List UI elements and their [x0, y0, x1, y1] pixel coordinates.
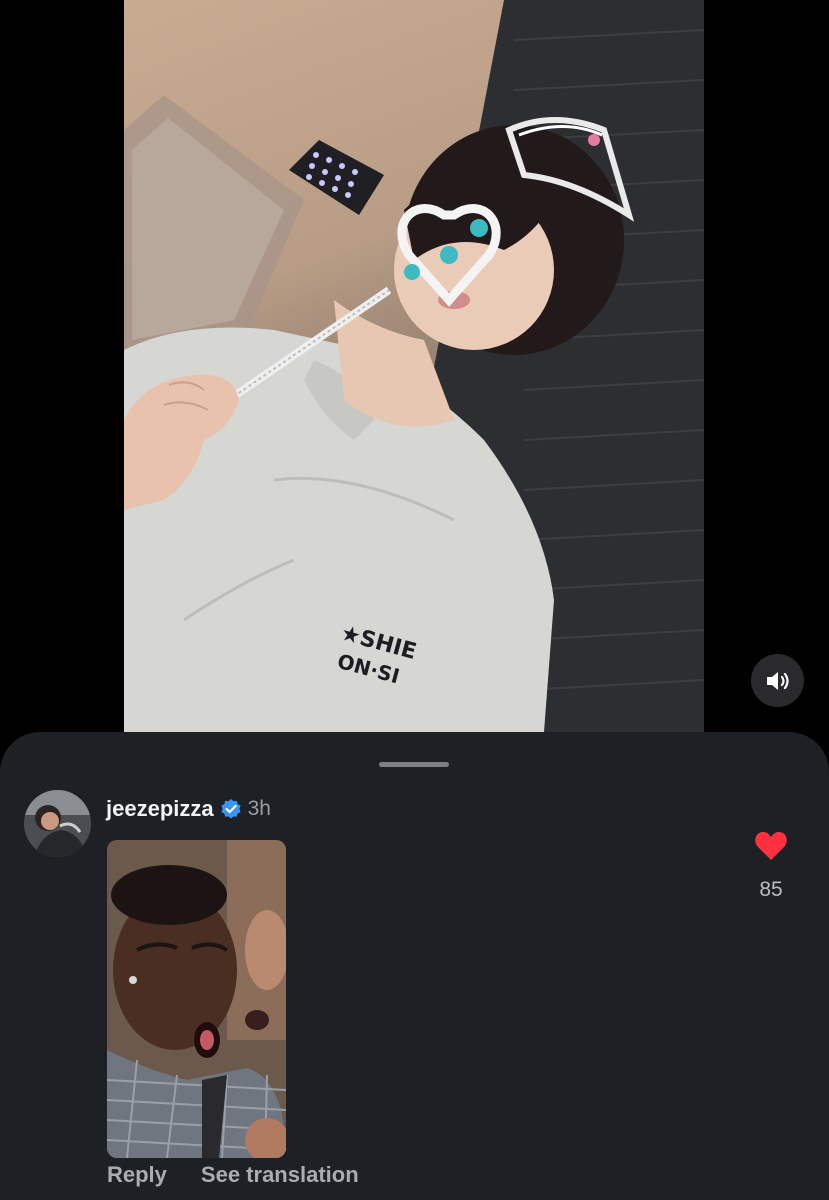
sheet-drag-handle[interactable]: [379, 762, 449, 767]
comment-gif[interactable]: [107, 840, 286, 1158]
video-player[interactable]: ★SHIE ON·SI: [124, 0, 704, 732]
comments-sheet: jeezepizza 3h 85 Reply See translation: [0, 732, 829, 1200]
avatar-image: [24, 790, 91, 857]
see-translation-link[interactable]: See translation: [201, 1162, 359, 1188]
comment-actions: Reply See translation: [107, 1162, 359, 1188]
comment-timestamp: 3h: [247, 797, 271, 820]
comment-username[interactable]: jeezepizza: [106, 796, 214, 822]
gif-image: [107, 840, 286, 1158]
like-count: 85: [759, 878, 783, 901]
reply-button[interactable]: Reply: [107, 1162, 167, 1188]
story-reply-screen: ★SHIE ON·SI jeezepizza 3h 85 Reply See t…: [0, 0, 829, 1200]
heart-icon: [755, 831, 787, 860]
video-frame: ★SHIE ON·SI: [124, 0, 704, 732]
avatar[interactable]: [24, 790, 91, 857]
comment-header: jeezepizza 3h: [106, 794, 271, 824]
sound-toggle-button[interactable]: [751, 654, 804, 707]
verified-badge-icon: [221, 799, 241, 819]
speaker-icon: [766, 671, 789, 690]
like-button[interactable]: [754, 830, 788, 862]
